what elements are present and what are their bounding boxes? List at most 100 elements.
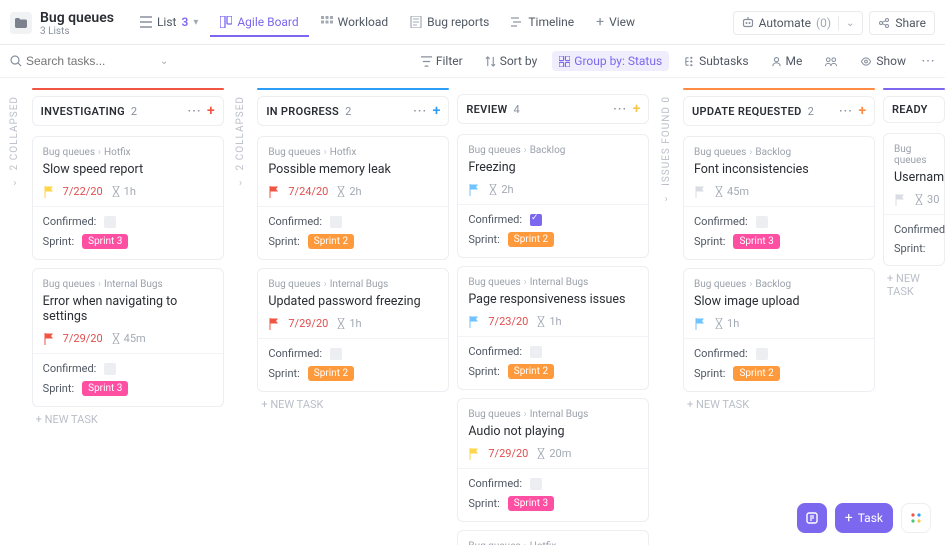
view-tab-timeline[interactable]: Timeline bbox=[501, 9, 584, 37]
confirmed-checkbox[interactable] bbox=[104, 363, 116, 375]
task-card[interactable]: Bug queues›Internal BugsPage responsiven… bbox=[457, 266, 649, 390]
share-button[interactable]: Share bbox=[869, 11, 935, 35]
confirmed-checkbox[interactable] bbox=[756, 348, 768, 360]
time-estimate[interactable]: 1h bbox=[336, 317, 361, 330]
new-task-button[interactable]: + NEW TASK bbox=[32, 407, 224, 432]
assignees-button[interactable] bbox=[817, 53, 845, 70]
fab-apps[interactable] bbox=[901, 503, 931, 533]
flag-icon[interactable] bbox=[694, 318, 706, 330]
collapsed-group[interactable]: ISSUES FOUND 0› bbox=[657, 92, 675, 535]
task-title: Slow speed report bbox=[43, 162, 213, 177]
due-date[interactable]: 7/29/20 bbox=[288, 317, 328, 330]
task-card[interactable]: Bug queues›BacklogFreezing2hConfirmed:Sp… bbox=[457, 134, 649, 258]
more-menu[interactable]: ⋯ bbox=[921, 53, 935, 69]
due-date[interactable]: 7/24/20 bbox=[288, 185, 328, 198]
task-card[interactable]: Bug queues›HotfixCannot log in7/24/2045m… bbox=[457, 530, 649, 545]
column-menu[interactable]: ⋯ bbox=[413, 103, 427, 119]
task-title: Font inconsistencies bbox=[694, 162, 864, 177]
column-menu[interactable]: ⋯ bbox=[187, 103, 201, 119]
task-card[interactable]: Bug queues›BacklogSlow image upload1hCon… bbox=[683, 268, 875, 392]
view-tab-workload[interactable]: Workload bbox=[311, 9, 399, 37]
confirmed-checkbox[interactable] bbox=[530, 478, 542, 490]
flag-icon[interactable] bbox=[43, 186, 55, 198]
flag-icon[interactable] bbox=[894, 194, 906, 206]
confirmed-checkbox[interactable] bbox=[530, 214, 542, 226]
me-button[interactable]: Me bbox=[764, 51, 810, 71]
column-header[interactable]: READY bbox=[883, 96, 945, 123]
time-estimate[interactable]: 1h bbox=[111, 185, 136, 198]
confirmed-checkbox[interactable] bbox=[530, 346, 542, 358]
chevron-down-icon[interactable]: ⌄ bbox=[160, 56, 168, 67]
sprint-tag[interactable]: Sprint 2 bbox=[308, 366, 354, 381]
add-task-icon[interactable]: + bbox=[633, 101, 641, 117]
column-header[interactable]: REVIEW4⋯+ bbox=[457, 94, 649, 124]
view-tab-list[interactable]: List 3 ▾ bbox=[130, 9, 208, 37]
time-estimate[interactable]: 30 bbox=[914, 193, 939, 206]
groupby-button[interactable]: Group by: Status bbox=[552, 51, 669, 71]
fab-task[interactable]: +Task bbox=[835, 503, 893, 533]
sprint-tag[interactable]: Sprint 2 bbox=[733, 366, 779, 381]
flag-icon[interactable] bbox=[468, 316, 480, 328]
add-task-icon[interactable]: + bbox=[207, 103, 215, 119]
time-estimate[interactable]: 20m bbox=[536, 447, 571, 460]
fab-note[interactable] bbox=[797, 503, 827, 533]
task-card[interactable]: Bug queues›HotfixSlow speed report7/22/2… bbox=[32, 136, 224, 260]
flag-icon[interactable] bbox=[43, 333, 55, 345]
flag-icon[interactable] bbox=[268, 186, 280, 198]
sprint-tag[interactable]: Sprint 2 bbox=[508, 364, 554, 379]
time-estimate[interactable]: 45m bbox=[714, 185, 749, 198]
sortby-button[interactable]: Sort by bbox=[478, 51, 545, 71]
task-card[interactable]: Bug queuesUsernam30Confirmed:Sprint: bbox=[883, 133, 945, 266]
collapsed-group[interactable]: 2 COLLAPSED› bbox=[6, 92, 24, 535]
confirmed-checkbox[interactable] bbox=[756, 216, 768, 228]
add-task-icon[interactable]: + bbox=[858, 103, 866, 119]
flag-icon[interactable] bbox=[268, 318, 280, 330]
due-date[interactable]: 7/29/20 bbox=[488, 447, 528, 460]
sprint-tag[interactable]: Sprint 3 bbox=[733, 234, 779, 249]
sprint-tag[interactable]: Sprint 2 bbox=[308, 234, 354, 249]
automate-button[interactable]: Automate (0) ⌄ bbox=[733, 11, 864, 35]
view-tab-board[interactable]: Agile Board bbox=[210, 9, 308, 37]
task-card[interactable]: Bug queues›BacklogFont inconsistencies45… bbox=[683, 136, 875, 260]
subtasks-button[interactable]: Subtasks bbox=[677, 51, 755, 71]
time-estimate[interactable]: 1h bbox=[714, 317, 739, 330]
add-task-icon[interactable]: + bbox=[433, 103, 441, 119]
task-card[interactable]: Bug queues›Internal BugsAudio not playin… bbox=[457, 398, 649, 522]
column-header[interactable]: INVESTIGATING2⋯+ bbox=[32, 96, 224, 126]
due-date[interactable]: 7/23/20 bbox=[488, 315, 528, 328]
new-task-button[interactable]: + NEW TASK bbox=[883, 266, 945, 304]
flag-icon[interactable] bbox=[468, 448, 480, 460]
flag-icon[interactable] bbox=[694, 186, 706, 198]
confirmed-checkbox[interactable] bbox=[330, 216, 342, 228]
due-date[interactable]: 7/29/20 bbox=[63, 332, 103, 345]
column-menu[interactable]: ⋯ bbox=[838, 103, 852, 119]
add-view[interactable]: + View bbox=[586, 8, 645, 38]
sprint-tag[interactable]: Sprint 2 bbox=[508, 232, 554, 247]
view-tab-reports[interactable]: Bug reports bbox=[400, 9, 499, 37]
time-estimate[interactable]: 2h bbox=[336, 185, 361, 198]
filter-button[interactable]: Filter bbox=[414, 51, 470, 71]
task-card[interactable]: Bug queues›Internal BugsUpdated password… bbox=[257, 268, 449, 392]
show-button[interactable]: Show bbox=[853, 51, 913, 71]
sprint-tag[interactable]: Sprint 3 bbox=[508, 496, 554, 511]
column-header[interactable]: UPDATE REQUESTED2⋯+ bbox=[683, 96, 875, 126]
column-header[interactable]: IN PROGRESS2⋯+ bbox=[257, 96, 449, 126]
task-card[interactable]: Bug queues›Internal BugsError when navig… bbox=[32, 268, 224, 407]
folder-icon[interactable] bbox=[10, 12, 32, 34]
time-estimate[interactable]: 2h bbox=[488, 183, 513, 196]
search-icon bbox=[10, 55, 22, 67]
new-task-button[interactable]: + NEW TASK bbox=[257, 392, 449, 417]
time-estimate[interactable]: 1h bbox=[536, 315, 561, 328]
collapsed-group[interactable]: 2 COLLAPSED› bbox=[232, 92, 250, 535]
time-estimate[interactable]: 45m bbox=[111, 332, 146, 345]
sprint-tag[interactable]: Sprint 3 bbox=[82, 381, 128, 396]
confirmed-checkbox[interactable] bbox=[330, 348, 342, 360]
confirmed-checkbox[interactable] bbox=[104, 216, 116, 228]
task-card[interactable]: Bug queues›HotfixPossible memory leak7/2… bbox=[257, 136, 449, 260]
due-date[interactable]: 7/22/20 bbox=[63, 185, 103, 198]
flag-icon[interactable] bbox=[468, 184, 480, 196]
column-menu[interactable]: ⋯ bbox=[613, 101, 627, 117]
sprint-tag[interactable]: Sprint 3 bbox=[82, 234, 128, 249]
new-task-button[interactable]: + NEW TASK bbox=[683, 392, 875, 417]
search-input[interactable] bbox=[26, 54, 126, 68]
